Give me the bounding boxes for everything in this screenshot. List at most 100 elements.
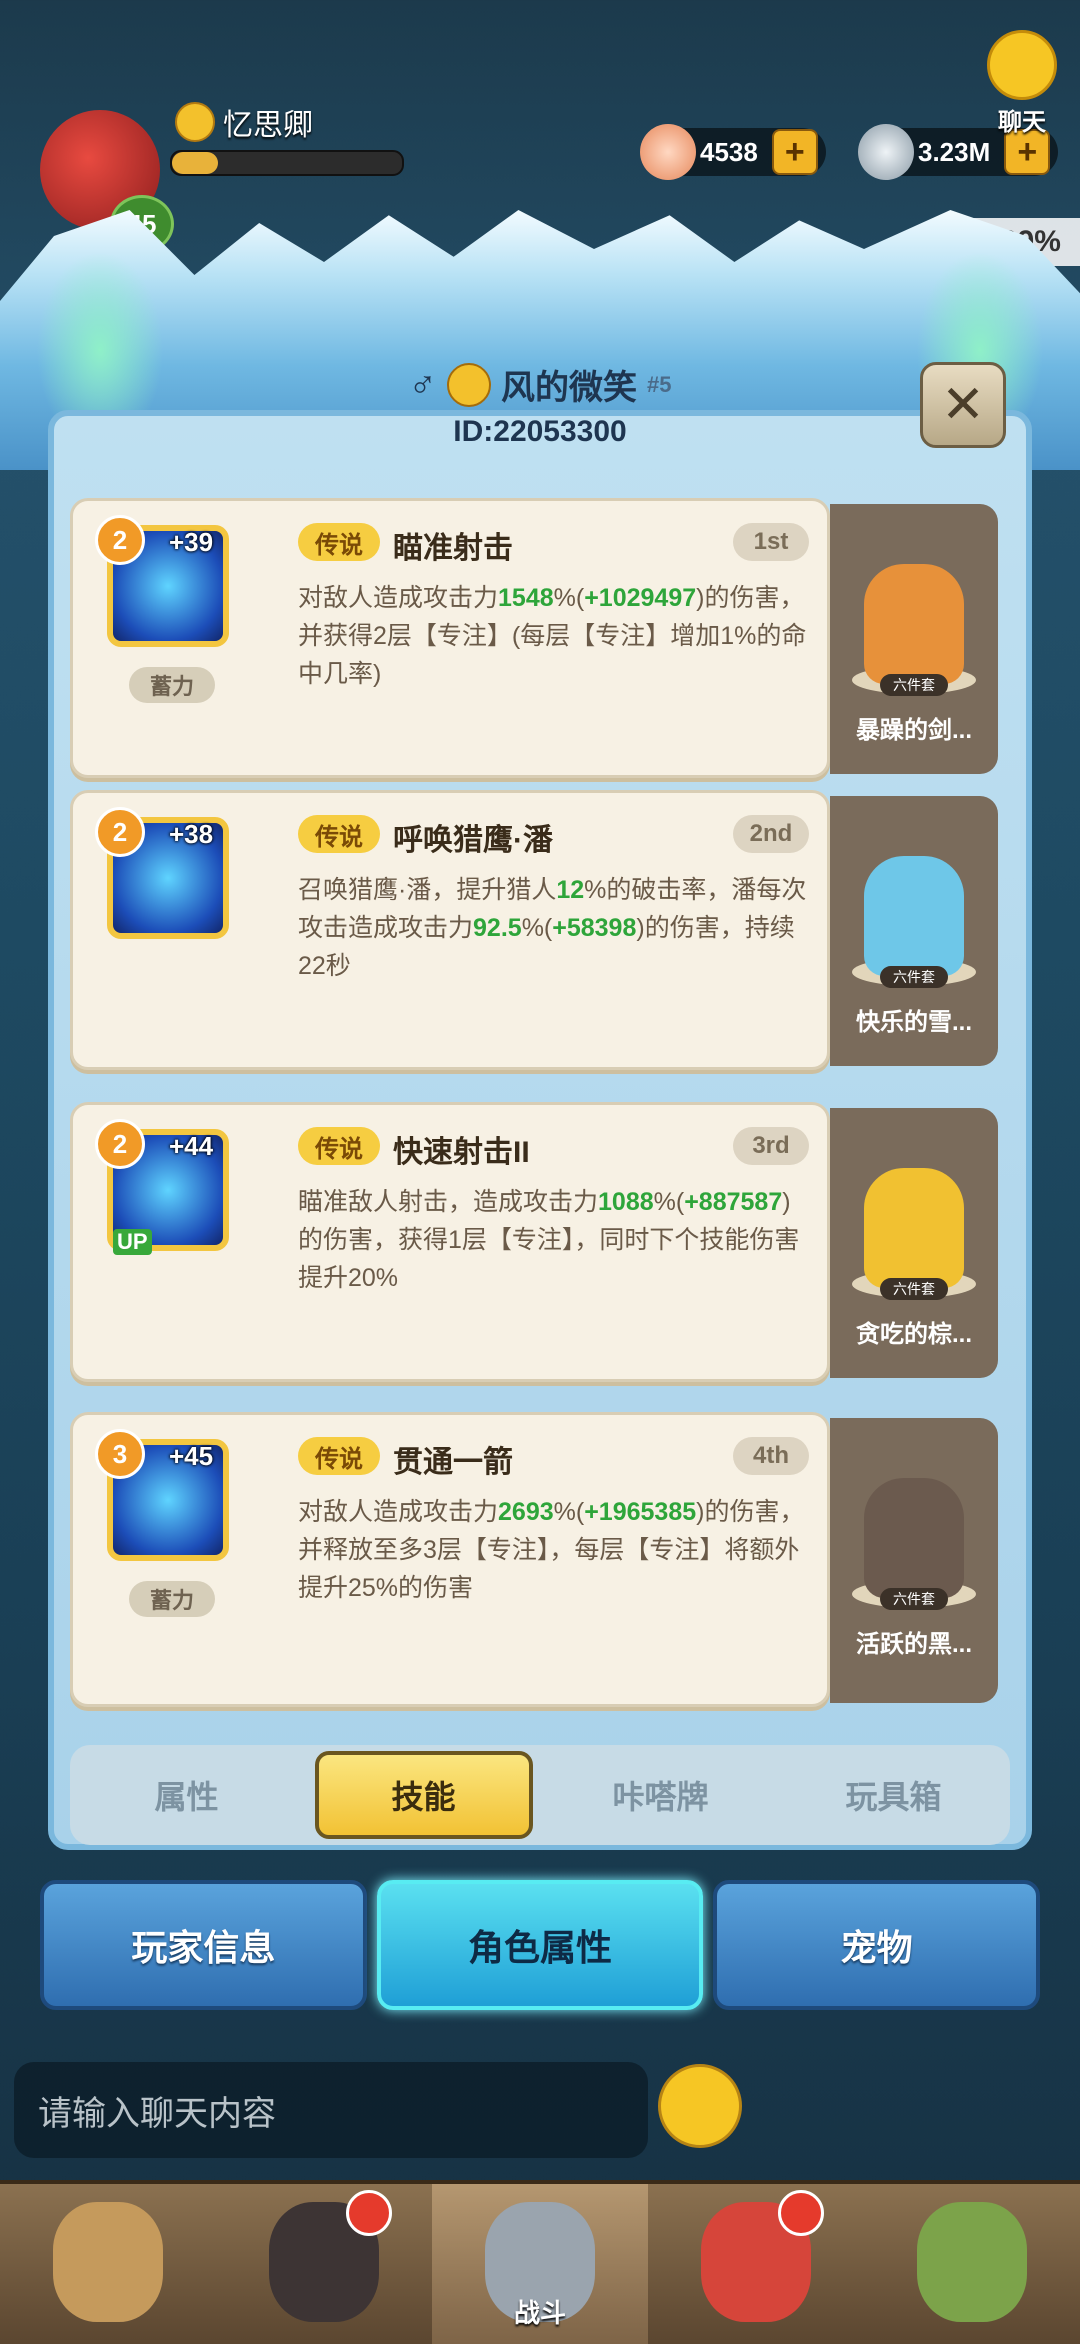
emoji-button[interactable] (658, 2064, 742, 2148)
skill-description: 瞄准敌人射击，造成攻击力1088%(+887587)的伤害，获得1层【专注】，同… (298, 1183, 808, 1297)
pet-card[interactable]: 六件套贪吃的棕... (830, 1108, 998, 1378)
rarity-badge: 传说 (298, 815, 380, 853)
set-badge: 六件套 (880, 674, 948, 696)
pet-figure-icon (864, 856, 964, 976)
skill-description: 召唤猎鹰·潘，提升猎人12%的破击率，潘每次攻击造成攻击力92.5%(+5839… (298, 871, 808, 985)
charge-tag: 蓄力 (129, 1581, 215, 1617)
skill-desc-segment: %( (653, 1188, 685, 1216)
monster-icon (917, 2202, 1027, 2322)
pet-card[interactable]: 六件套快乐的雪... (830, 796, 998, 1066)
tab-skills[interactable]: 技能 (314, 1751, 533, 1839)
skill-desc-segment: %( (521, 914, 553, 942)
exp-bar (170, 150, 404, 176)
skill-desc-segment: 1088 (598, 1188, 654, 1216)
skill-desc-segment: +1965385 (584, 1498, 697, 1526)
smile-icon (175, 102, 215, 142)
skill-level-badge: 2 (95, 1119, 145, 1169)
shell-currency: 4538 + (640, 124, 826, 180)
add-shell-button[interactable]: + (771, 129, 818, 175)
skill-order: 1st (733, 523, 809, 561)
close-button[interactable]: ✕ (920, 362, 1006, 448)
nav-battle[interactable]: 战斗 (432, 2184, 648, 2344)
set-badge: 六件套 (880, 1278, 948, 1300)
main-tab-bar: 玩家信息 角色属性 宠物 (40, 1880, 1041, 2010)
skill-level-badge: 2 (95, 807, 145, 857)
set-badge: 六件套 (880, 966, 948, 988)
skill-desc-segment: 12 (556, 876, 585, 904)
skill-bonus: +39 (169, 527, 214, 557)
nav-battle-label: 战斗 (513, 2298, 566, 2328)
skill-description: 对敌人造成攻击力2693%(+1965385)的伤害，并释放至多3层【专注】，每… (298, 1493, 808, 1607)
skill-desc-segment: 对敌人造成攻击力 (298, 1498, 499, 1526)
player-header: ♂ 风的微笑 #5 ID:22053300 (0, 360, 1080, 449)
male-icon: ♂ (408, 363, 438, 405)
set-badge: 六件套 (880, 1588, 948, 1610)
skill-order: 4th (733, 1437, 809, 1475)
tab-toybox[interactable]: 玩具箱 (789, 1755, 999, 1835)
skill-desc-segment: 2693 (498, 1498, 554, 1526)
hud-nickname: 忆思卿 (175, 100, 313, 144)
pet-name: 活跃的黑... (855, 1631, 972, 1658)
title-emoji-icon (447, 362, 491, 407)
charge-tag: 蓄力 (129, 667, 215, 703)
skill-name: 快速射击II (393, 1136, 530, 1169)
skill-description: 对敌人造成攻击力1548%(+1029497)的伤害，并获得2层【专注】(每层【… (298, 579, 808, 693)
player-id: ID:22053300 (453, 415, 627, 448)
skill-bonus: +45 (169, 1441, 214, 1471)
pet-name: 暴躁的剑... (855, 717, 972, 744)
skill-card[interactable]: 2 +39 蓄力 传说 瞄准射击 1st 对敌人造成攻击力1548%(+1029497)的伤… (70, 498, 830, 778)
tab-character-attributes[interactable]: 角色属性 (376, 1880, 704, 2010)
chat-face-icon (987, 30, 1057, 100)
skill-card[interactable]: 3 +45 蓄力 传说 贯通一箭 4th 对敌人造成攻击力2693%(+1965385)的伤… (70, 1412, 830, 1707)
tab-cards[interactable]: 咔嗒牌 (556, 1755, 766, 1835)
skill-order: 3rd (733, 1127, 809, 1165)
player-rank: #5 (647, 371, 672, 397)
pet-name: 贪吃的棕... (855, 1321, 972, 1348)
chat-button[interactable]: 聊天 (982, 30, 1062, 136)
rarity-badge: 传说 (298, 1437, 380, 1475)
rarity-badge: 传说 (298, 1127, 380, 1165)
pet-card[interactable]: 六件套活跃的黑... (830, 1418, 998, 1703)
skill-bonus: +44 (169, 1131, 214, 1161)
bottom-nav: 战斗 (0, 2180, 1080, 2344)
skill-desc-segment: 瞄准敌人射击，造成攻击力 (298, 1188, 599, 1216)
chat-input[interactable]: 请输入聊天内容 (14, 2062, 648, 2158)
nav-item-4[interactable] (648, 2184, 864, 2344)
sub-tab-bar: 属性 技能 咔嗒牌 玩具箱 (70, 1745, 1010, 1845)
pet-card[interactable]: 六件套暴躁的剑... (830, 504, 998, 774)
nav-item-1[interactable] (0, 2184, 216, 2344)
skill-name: 瞄准射击 (393, 532, 513, 565)
pet-figure-icon (864, 564, 964, 684)
skill-desc-segment: %( (553, 584, 585, 612)
skill-card[interactable]: 2 +38 传说 呼唤猎鹰·潘 2nd 召唤猎鹰·潘，提升猎人12%的破击率，潘每次攻击造… (70, 790, 830, 1070)
skill-card[interactable]: 2 +44 UP 传说 快速射击II 3rd 瞄准敌人射击，造成攻击力1088%(+8875… (70, 1102, 830, 1382)
skill-desc-segment: 召唤猎鹰·潘，提升猎人 (298, 876, 557, 904)
yeti-icon (53, 2202, 163, 2322)
skill-desc-segment: 92.5 (473, 914, 522, 942)
skill-bonus: +38 (169, 819, 214, 849)
hud-nickname-text: 忆思卿 (223, 109, 313, 142)
notification-dot (778, 2190, 824, 2236)
shell-icon (640, 124, 696, 180)
shell-amount: 4538 (700, 136, 758, 167)
skill-level-badge: 3 (95, 1429, 145, 1479)
pearl-icon (858, 124, 914, 180)
nav-item-5[interactable] (864, 2184, 1080, 2344)
pearl-amount: 3.23M (918, 136, 991, 167)
pet-name: 快乐的雪... (855, 1009, 972, 1036)
skill-name: 呼唤猎鹰·潘 (393, 824, 553, 857)
skill-desc-segment: +887587 (684, 1188, 783, 1216)
pet-figure-icon (864, 1168, 964, 1288)
nav-item-2[interactable] (216, 2184, 432, 2344)
tab-pets[interactable]: 宠物 (713, 1880, 1041, 2010)
skill-desc-segment: +58398 (552, 914, 637, 942)
tab-attributes[interactable]: 属性 (82, 1755, 292, 1835)
chat-label: 聊天 (998, 109, 1046, 136)
skill-desc-segment: 对敌人造成攻击力 (298, 584, 499, 612)
skill-desc-segment: %( (553, 1498, 585, 1526)
pet-figure-icon (864, 1478, 964, 1598)
player-name: 风的微笑 (501, 369, 637, 407)
tab-player-info[interactable]: 玩家信息 (40, 1880, 367, 2010)
skill-desc-segment: 1548 (498, 584, 554, 612)
notification-dot (346, 2190, 392, 2236)
